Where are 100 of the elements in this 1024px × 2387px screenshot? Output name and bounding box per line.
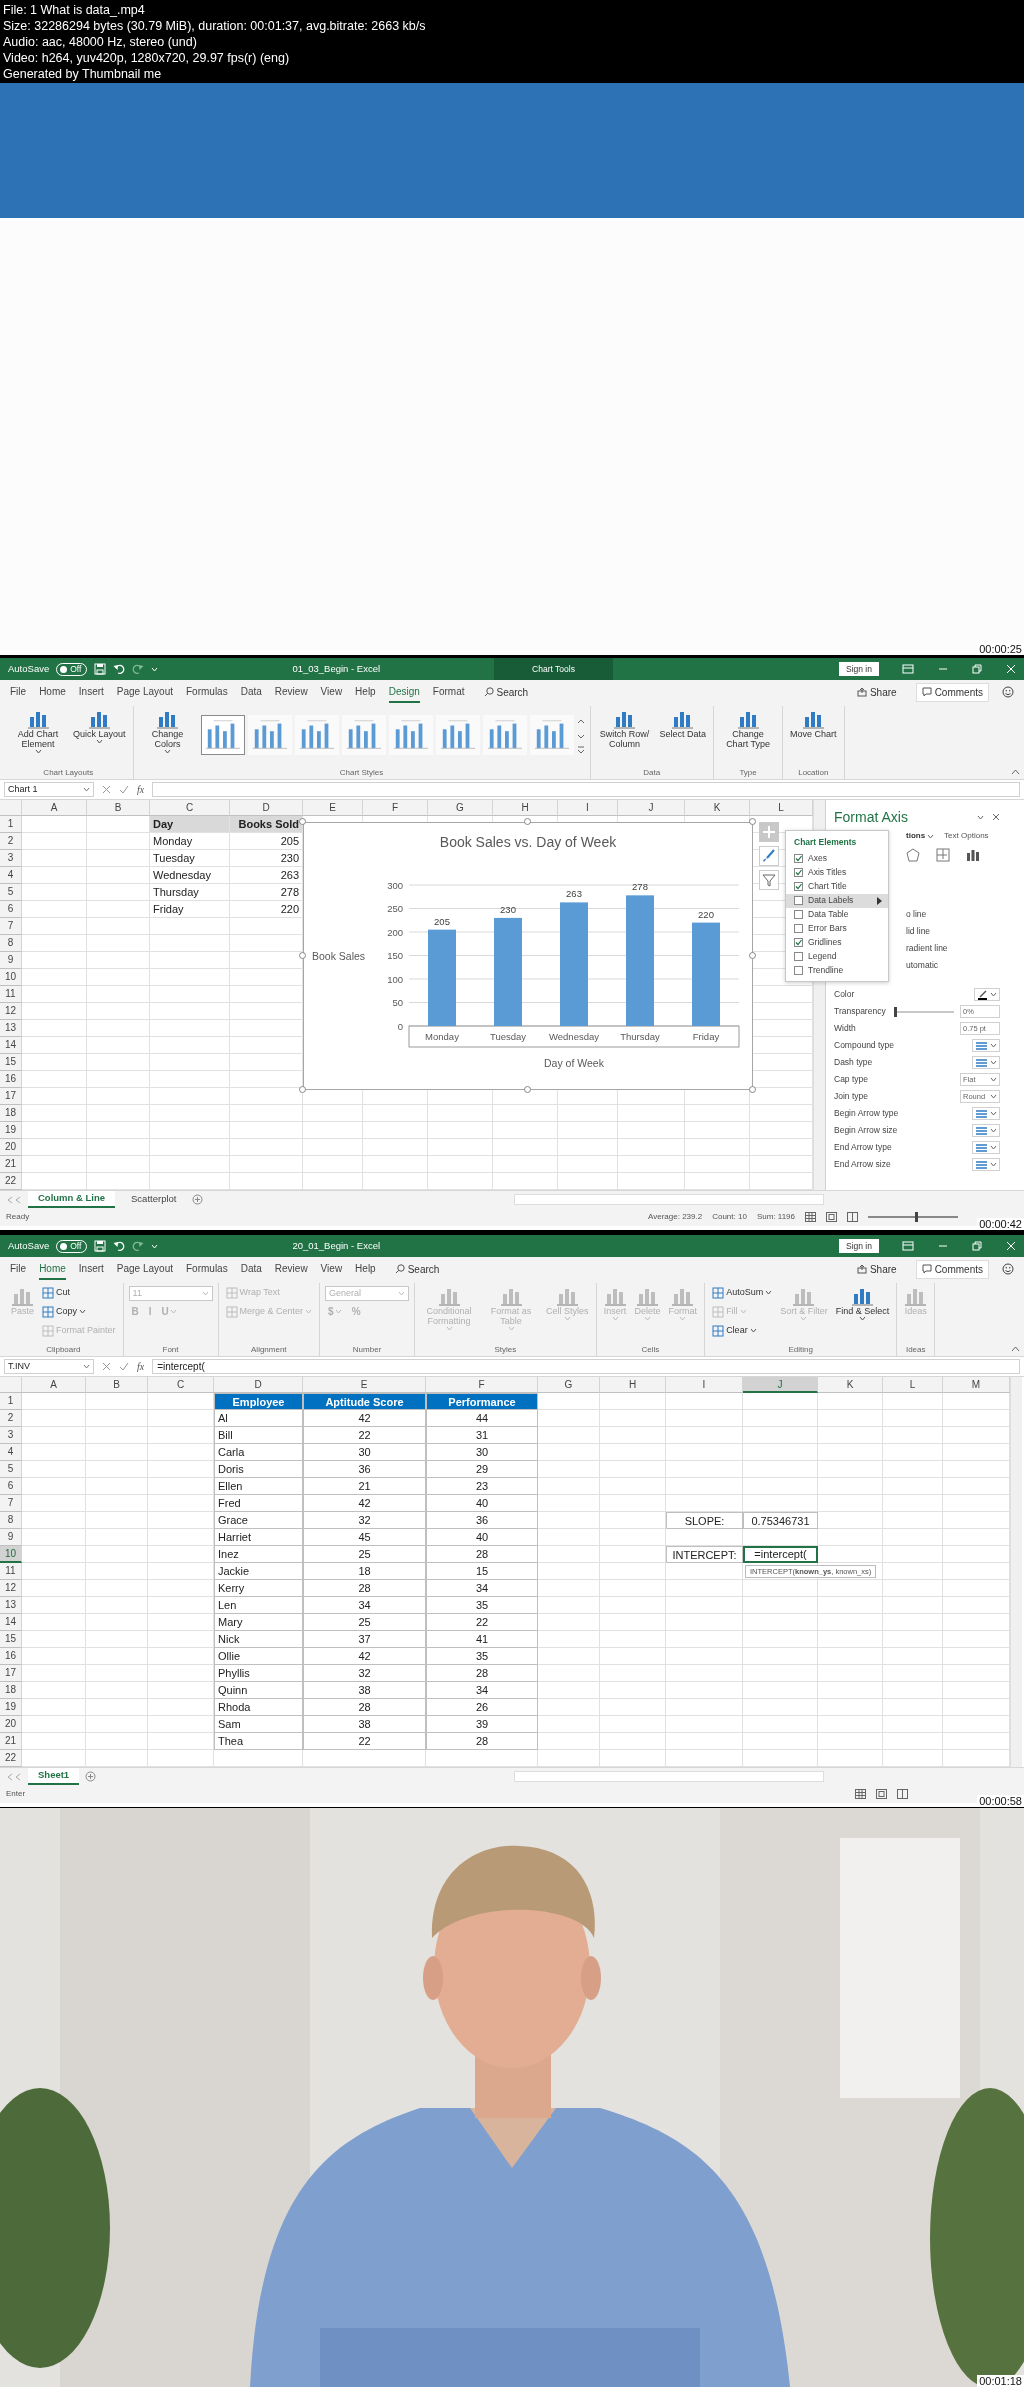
row-header[interactable]: 1 bbox=[0, 1393, 22, 1410]
line-style-dropdown[interactable] bbox=[972, 1056, 1000, 1069]
row-header[interactable]: 2 bbox=[0, 1410, 22, 1427]
row-header[interactable]: 12 bbox=[0, 1003, 22, 1020]
column-header[interactable]: I bbox=[666, 1377, 743, 1393]
pane-tab[interactable]: tions bbox=[906, 830, 937, 842]
enter-icon[interactable] bbox=[119, 1362, 129, 1371]
name-box[interactable]: Chart 1 bbox=[4, 782, 94, 797]
name-box[interactable]: T.INV bbox=[4, 1359, 94, 1374]
menu-tab[interactable]: Review bbox=[274, 1258, 308, 1280]
smiley-icon[interactable] bbox=[1002, 1263, 1014, 1275]
undo-icon[interactable] bbox=[113, 1240, 126, 1252]
row-header[interactable]: 10 bbox=[0, 969, 22, 986]
column-header[interactable]: G bbox=[538, 1377, 600, 1393]
add-sheet-icon[interactable] bbox=[85, 1771, 97, 1782]
chart-style-thumbnail[interactable] bbox=[341, 714, 386, 755]
row-header[interactable]: 9 bbox=[0, 1529, 22, 1546]
menu-item[interactable]: Gridlines bbox=[786, 935, 888, 950]
column-header[interactable]: D bbox=[230, 800, 303, 816]
page-layout-icon[interactable] bbox=[826, 1212, 837, 1222]
row-header[interactable]: 11 bbox=[0, 1563, 22, 1580]
menu-tab[interactable]: Data bbox=[240, 1258, 262, 1280]
menu-tab[interactable]: Page Layout bbox=[116, 681, 173, 703]
line-style-dropdown[interactable] bbox=[972, 1039, 1000, 1052]
select-all-button[interactable] bbox=[0, 800, 22, 816]
menu-item[interactable]: Chart Title bbox=[786, 879, 888, 894]
zoom-thumb[interactable] bbox=[914, 1212, 918, 1222]
column-header[interactable]: E bbox=[303, 800, 363, 816]
row-header[interactable]: 18 bbox=[0, 1682, 22, 1699]
cancel-icon[interactable] bbox=[102, 785, 111, 794]
row-header[interactable]: 13 bbox=[0, 1597, 22, 1614]
collapse-icon[interactable] bbox=[1011, 769, 1020, 775]
checkbox[interactable] bbox=[794, 896, 803, 906]
ribbon-button[interactable]: Clear bbox=[710, 1323, 775, 1338]
checkbox[interactable] bbox=[794, 938, 803, 948]
chart-area[interactable]: Book Sales vs. Day of Week 0 50 100 150 200 250 300 205 230 263 278 220 Monday Tuesday Wednesday Thursday Friday Day of Week Book Sales bbox=[303, 822, 753, 1090]
row-header[interactable]: 8 bbox=[0, 1512, 22, 1529]
comments-button[interactable]: Comments bbox=[915, 682, 989, 702]
formula-field[interactable]: =intercept( bbox=[152, 1359, 1020, 1374]
column-header[interactable]: A bbox=[22, 1377, 86, 1393]
column-header[interactable]: H bbox=[493, 800, 558, 816]
page-layout-icon[interactable] bbox=[876, 1789, 887, 1799]
ribbon-button[interactable]: Cut bbox=[40, 1285, 118, 1300]
menu-item[interactable]: Axes bbox=[786, 851, 888, 866]
line-style-dropdown[interactable] bbox=[972, 1107, 1000, 1120]
resize-handle[interactable] bbox=[299, 818, 306, 825]
ribbon-button[interactable]: AutoSum bbox=[710, 1285, 775, 1300]
row-header[interactable]: 21 bbox=[0, 1156, 22, 1173]
enter-icon[interactable] bbox=[119, 785, 129, 794]
menu-item[interactable]: Legend bbox=[786, 949, 888, 964]
function-label[interactable]: fx bbox=[137, 782, 145, 797]
pane-tab[interactable]: Text Options bbox=[944, 830, 991, 842]
save-icon[interactable] bbox=[94, 663, 107, 675]
row-header[interactable]: 21 bbox=[0, 1733, 22, 1750]
color-picker[interactable] bbox=[974, 988, 1000, 1001]
undo-icon[interactable] bbox=[113, 663, 126, 675]
row-header[interactable]: 11 bbox=[0, 986, 22, 1003]
row-header[interactable]: 20 bbox=[0, 1716, 22, 1733]
column-header[interactable]: M bbox=[943, 1377, 1010, 1393]
page-break-icon[interactable] bbox=[897, 1789, 908, 1799]
resize-handle[interactable] bbox=[299, 952, 306, 959]
menu-tab[interactable]: Format bbox=[432, 681, 465, 703]
ribbon-button[interactable]: Select Data bbox=[657, 706, 709, 740]
redo-icon[interactable] bbox=[132, 663, 145, 675]
editing-cell[interactable]: =intercept( bbox=[743, 1546, 818, 1563]
sheet-tab[interactable]: Column & Line bbox=[28, 1191, 116, 1208]
menu-tab[interactable]: Formulas bbox=[186, 1258, 228, 1280]
resize-handle[interactable] bbox=[749, 952, 756, 959]
resize-handle[interactable] bbox=[524, 818, 531, 825]
cancel-icon[interactable] bbox=[102, 1362, 111, 1371]
row-header[interactable]: 12 bbox=[0, 1580, 22, 1597]
function-label[interactable]: fx bbox=[137, 1359, 145, 1374]
row-header[interactable]: 17 bbox=[0, 1665, 22, 1682]
menu-item[interactable]: Data Table bbox=[786, 907, 888, 922]
row-header[interactable]: 7 bbox=[0, 1495, 22, 1512]
row-header[interactable]: 16 bbox=[0, 1648, 22, 1665]
horizontal-scrollbar[interactable] bbox=[514, 1194, 824, 1205]
sign-in-button[interactable]: Sign in bbox=[839, 1238, 879, 1254]
row-header[interactable]: 4 bbox=[0, 867, 22, 884]
ribbon-button[interactable]: Copy bbox=[40, 1304, 118, 1319]
comments-button[interactable]: Comments bbox=[915, 1259, 989, 1279]
pentagon-icon[interactable] bbox=[906, 848, 920, 862]
smiley-icon[interactable] bbox=[1002, 686, 1014, 698]
row-header[interactable]: 15 bbox=[0, 1054, 22, 1071]
menu-tab[interactable]: Formulas bbox=[186, 681, 228, 703]
ribbon-button[interactable]: Add Chart Element bbox=[9, 706, 67, 755]
sheet-nav-icon[interactable] bbox=[6, 1195, 22, 1204]
menu-tab[interactable]: View bbox=[320, 681, 343, 703]
column-header[interactable]: C bbox=[148, 1377, 214, 1393]
row-header[interactable]: 13 bbox=[0, 1020, 22, 1037]
axis-selection-box[interactable] bbox=[408, 1025, 740, 1048]
row-header[interactable]: 3 bbox=[0, 1427, 22, 1444]
ribbon-button[interactable]: Move Chart bbox=[788, 706, 839, 740]
ribbon-button[interactable]: Change Colors bbox=[138, 706, 197, 755]
column-header[interactable]: C bbox=[150, 800, 230, 816]
menu-tab[interactable]: Help bbox=[355, 1258, 376, 1280]
row-header[interactable]: 9 bbox=[0, 952, 22, 969]
menu-item[interactable]: Data Labels bbox=[786, 893, 888, 908]
column-header[interactable]: K bbox=[685, 800, 750, 816]
grid-icon[interactable] bbox=[936, 848, 950, 862]
